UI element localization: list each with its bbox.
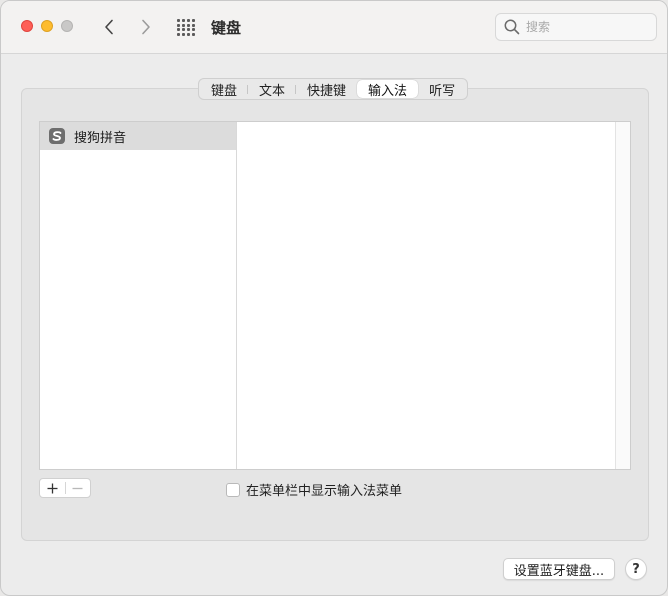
show-input-menu-option: 在菜单栏中显示输入法菜单 [226,480,402,499]
help-button[interactable]: ? [625,558,647,580]
grid-dot [182,32,185,36]
grid-dot [182,23,185,27]
remove-button[interactable] [66,479,91,497]
grid-dot [177,32,180,36]
grid-dot [177,28,180,31]
tab-text[interactable]: 文本 [248,79,297,99]
grid-dot [182,19,185,22]
close-window-button[interactable] [21,20,33,32]
tab-dictation[interactable]: 听写 [418,79,466,99]
show-all-grid-icon[interactable] [175,18,197,36]
sogou-icon [49,128,65,144]
scrollbar[interactable] [615,122,630,469]
add-button[interactable] [40,479,65,497]
search-input[interactable] [526,19,646,35]
grid-dot [187,28,190,31]
minus-icon [72,487,83,489]
chevron-left-icon [105,19,113,35]
grid-dot [192,32,195,36]
grid-dot [177,23,180,27]
add-remove-control [39,478,91,498]
tab-keyboard[interactable]: 键盘 [200,79,249,99]
grid-dot [187,23,190,27]
input-source-label: 搜狗拼音 [74,130,127,146]
grid-dot [187,19,190,22]
show-input-menu-label[interactable]: 在菜单栏中显示输入法菜单 [246,480,402,499]
input-source-detail-pane [237,122,615,469]
plus-icon [47,483,58,493]
input-sources-box: 搜狗拼音 [39,121,631,470]
chevron-right-icon [142,19,150,35]
back-button[interactable] [97,15,121,39]
tab-input-sources[interactable]: 输入法 [357,80,419,99]
tab-bar: 键盘 文本 快捷键 输入法 听写 [198,78,469,100]
forward-button[interactable] [134,15,158,39]
grid-dot [177,19,180,22]
grid-dot [192,28,195,31]
grid-dot [192,19,195,22]
tab-shortcuts[interactable]: 快捷键 [296,79,357,99]
window-title: 键盘 [211,19,242,37]
preferences-window: 键盘 键盘 文本 快捷键 输入法 听写 搜狗拼音 [0,0,668,596]
input-sources-list[interactable]: 搜狗拼音 [40,122,237,469]
grid-dot [192,23,195,27]
search-field[interactable] [495,13,657,41]
grid-dot [187,32,190,36]
grid-dot [182,28,185,31]
list-item[interactable]: 搜狗拼音 [40,122,236,150]
minimize-window-button[interactable] [41,20,53,32]
show-input-menu-checkbox[interactable] [226,482,240,497]
title-bar: 键盘 [1,1,667,54]
setup-bluetooth-keyboard-button[interactable]: 设置蓝牙键盘... [503,558,615,580]
search-icon [504,19,520,35]
zoom-window-button[interactable] [61,20,73,32]
